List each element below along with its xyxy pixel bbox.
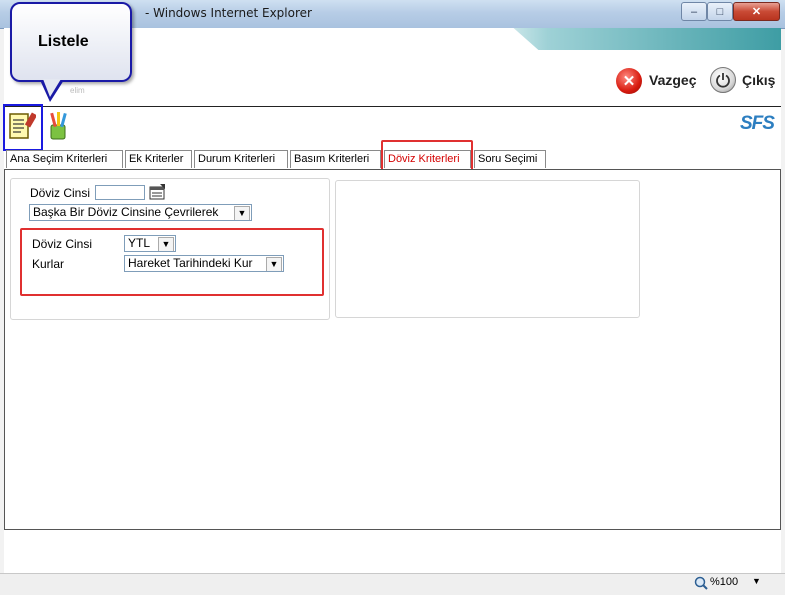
zoom-dropdown-icon[interactable]: ▼ [752,576,761,586]
header-divider [4,106,781,107]
power-icon[interactable] [710,67,736,93]
tooltip-text: Listele [38,33,89,50]
conversion-select-value: Başka Bir Döviz Cinsine Çevrilerek [33,205,219,219]
faint-text: elim [70,86,85,95]
target-doviz-select[interactable]: YTL ▼ [124,235,176,252]
kurlar-label: Kurlar [32,257,65,271]
conversion-select[interactable]: Başka Bir Döviz Cinsine Çevrilerek ▼ [29,204,252,221]
doviz-cinsi-input[interactable] [95,185,145,200]
vazgec-link[interactable]: Vazgeç [649,72,696,88]
maximize-button[interactable]: □ [707,2,733,21]
target-doviz-label: Döviz Cinsi [32,237,93,251]
tooltip-tail-inner [43,79,61,97]
chevron-down-icon: ▼ [234,206,250,220]
cikis-link[interactable]: Çıkış [742,72,775,88]
kurlar-select[interactable]: Hareket Tarihindeki Kur ▼ [124,255,284,272]
right-criteria-box [335,180,640,318]
cancel-icon[interactable]: ✕ [616,68,642,94]
zoom-icon[interactable] [694,576,708,590]
tab-ek-kriterler[interactable]: Ek Kriterler [125,150,192,168]
listele-highlight-box [3,104,43,151]
tab-basim-kriterleri[interactable]: Basım Kriterleri [290,150,381,168]
sfs-logo: SFS [740,113,775,134]
close-button[interactable]: ✕ [733,2,780,21]
chevron-down-icon: ▼ [266,257,282,271]
pencils-cup-icon[interactable] [44,111,72,141]
chevron-down-icon: ▼ [158,237,174,251]
tab-ana-secim-kriterleri[interactable]: Ana Seçim Kriterleri [6,150,123,168]
zoom-level[interactable]: %100 [710,576,738,588]
minimize-button[interactable]: – [681,2,707,21]
target-doviz-select-value: YTL [128,236,151,250]
tab-soru-secimi[interactable]: Soru Seçimi [474,150,546,168]
tab-durum-kriterleri[interactable]: Durum Kriterleri [194,150,288,168]
kurlar-select-value: Hareket Tarihindeki Kur [128,256,253,270]
status-bar [0,573,785,595]
lookup-icon[interactable] [149,184,166,201]
bottom-area [4,530,781,573]
window-title: - Windows Internet Explorer [145,6,312,20]
doviz-cinsi-label: Döviz Cinsi [30,186,91,200]
